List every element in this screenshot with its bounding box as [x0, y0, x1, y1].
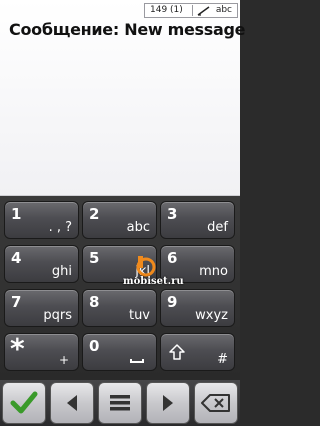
status-indicator: 149 (1) abc — [144, 3, 238, 18]
watermark-text: mobiset.ru — [123, 276, 184, 287]
key-8[interactable]: 8 tuv — [82, 289, 157, 327]
character-counter: 149 (1) — [150, 5, 183, 15]
key-2[interactable]: 2 abc — [82, 201, 157, 239]
cursor-right-button[interactable] — [146, 382, 190, 424]
message-editor[interactable]: 149 (1) abc Сообщение: New message — [0, 0, 246, 196]
cursor-left-button[interactable] — [50, 382, 94, 424]
accept-button[interactable] — [2, 382, 46, 424]
backspace-icon — [201, 394, 230, 412]
status-divider — [192, 5, 193, 16]
backspace-button[interactable] — [194, 382, 238, 424]
key-0[interactable]: 0 — [82, 333, 157, 371]
shift-icon — [169, 344, 185, 360]
key-hash-shift[interactable]: # — [160, 333, 235, 371]
input-mode-label: abc — [215, 5, 232, 15]
key-3[interactable]: 3 def — [160, 201, 235, 239]
virtual-keypad: 1 . , ? 2 abc 3 def 4 ghi 5 jkl 6 mno 7 … — [0, 196, 240, 380]
message-title: Сообщение: New message — [9, 20, 246, 39]
key-4[interactable]: 4 ghi — [4, 245, 79, 283]
pen-input-icon — [197, 6, 210, 16]
watermark-logo-icon — [136, 256, 156, 277]
bottom-toolbar — [0, 380, 240, 426]
key-7[interactable]: 7 pqrs — [4, 289, 79, 327]
menu-icon — [110, 395, 130, 411]
key-1[interactable]: 1 . , ? — [4, 201, 79, 239]
space-icon — [130, 359, 144, 363]
checkmark-icon — [10, 391, 38, 414]
key-9[interactable]: 9 wxyz — [160, 289, 235, 327]
arrow-left-icon — [67, 395, 77, 411]
key-star[interactable]: * + — [4, 332, 79, 371]
menu-button[interactable] — [98, 382, 142, 424]
arrow-right-icon — [163, 395, 173, 411]
